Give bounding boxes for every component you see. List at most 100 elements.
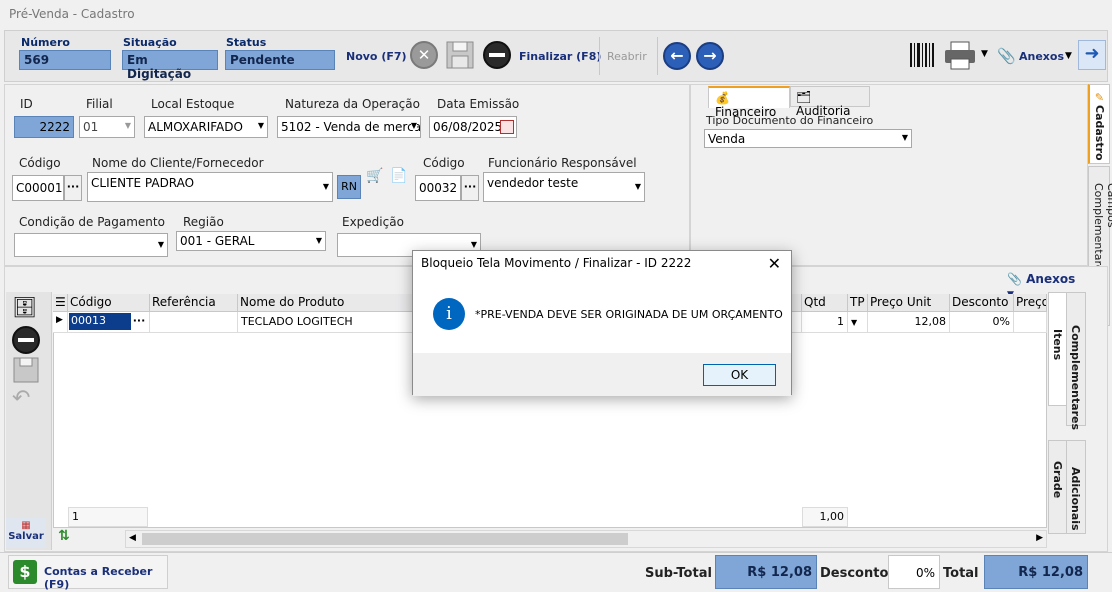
filial-select[interactable]: 01 ▼: [79, 116, 135, 138]
scroll-thumb[interactable]: [142, 533, 628, 545]
chevron-down-icon: ▼: [901, 133, 908, 142]
codigo-funcionario-label: Código: [423, 156, 465, 170]
chevron-down-icon: ▼: [634, 182, 641, 191]
subtotal-value: R$ 12,08: [715, 555, 817, 589]
codigo-funcionario-field[interactable]: 00032: [415, 175, 461, 201]
total-label: Total :: [943, 566, 989, 581]
undo-icon[interactable]: ↶: [12, 386, 42, 412]
footer-count: 1: [68, 507, 148, 527]
horizontal-scrollbar[interactable]: ◀ ▶: [125, 530, 1047, 548]
desconto-total-field[interactable]: 0%: [888, 555, 940, 589]
remove-button[interactable]: [483, 41, 511, 69]
money-bag-icon: 💰: [715, 91, 730, 105]
codigo-cliente-field[interactable]: C00001: [12, 175, 64, 201]
info-icon: i: [433, 298, 465, 330]
chevron-down-icon: ▼: [470, 240, 477, 249]
cliente-label: Nome do Cliente/Fornecedor: [92, 156, 264, 170]
tab-cadastro[interactable]: ✎ Cadastro: [1088, 84, 1110, 164]
natureza-select[interactable]: 5102 - Venda de mercac ▼: [277, 116, 421, 138]
cell-qtd[interactable]: 1: [802, 312, 848, 333]
tab-financeiro[interactable]: 💰 Financeiro: [708, 86, 790, 119]
barcode-button[interactable]: [909, 41, 935, 69]
ok-button[interactable]: OK: [703, 364, 776, 386]
exit-arrow-icon[interactable]: ➜: [1078, 40, 1106, 70]
total-value: R$ 12,08: [984, 555, 1088, 589]
message-dialog: Bloqueio Tela Movimento / Finalizar - ID…: [412, 250, 792, 396]
scroll-right-icon[interactable]: ▶: [1036, 533, 1043, 543]
chevron-down-icon: ▼: [981, 49, 988, 59]
cell-preco-unit[interactable]: 12,08: [868, 312, 950, 333]
table-row[interactable]: 00013 ···: [68, 312, 150, 333]
desconto-total-label: Desconto :: [820, 566, 899, 581]
funcionario-value: vendedor teste: [487, 176, 579, 190]
tab-complementares[interactable]: Complementares: [1066, 292, 1086, 430]
data-emissao-field[interactable]: 06/08/2025: [429, 116, 517, 138]
dialog-message: *PRE-VENDA DEVE SER ORIGINADA DE UM ORÇA…: [475, 308, 783, 321]
condicao-pagamento-select[interactable]: ▼: [14, 233, 168, 257]
situacao-field: Em Digitação: [122, 50, 218, 81]
finalizar-button[interactable]: Finalizar (F8): [519, 50, 601, 63]
cell-referencia[interactable]: [150, 312, 238, 333]
col-codigo[interactable]: Código: [68, 294, 150, 312]
codigo-cliente-lookup-button[interactable]: ···: [64, 175, 82, 201]
tab-adicionais[interactable]: Adicionais: [1066, 440, 1086, 534]
items-anexos-button[interactable]: 📎 Anexos ▼: [1003, 269, 1085, 300]
dialog-body: i *PRE-VENDA DEVE SER ORIGINADA DE UM OR…: [413, 278, 791, 353]
cliente-select[interactable]: CLIENTE PADRAO ▼: [87, 172, 333, 202]
filial-label: Filial: [86, 97, 113, 111]
col-qtd[interactable]: Qtd: [802, 294, 848, 312]
contas-receber-label: Contas a Receber (F9): [44, 565, 153, 591]
local-estoque-select[interactable]: ALMOXARIFADO ▼: [144, 116, 268, 138]
novo-button[interactable]: Novo (F7): [346, 50, 407, 63]
remove-item-icon[interactable]: [12, 326, 40, 354]
cell-codigo[interactable]: 00013: [69, 313, 131, 330]
next-arrow-icon[interactable]: →: [696, 42, 724, 70]
anexos-button[interactable]: 📎 Anexos ▼: [997, 47, 1077, 67]
tab-grade[interactable]: Grade: [1048, 440, 1068, 534]
row-indicator: ▶: [53, 312, 68, 333]
tipo-documento-select[interactable]: Venda ▼: [704, 129, 912, 148]
col-desconto[interactable]: Desconto: [950, 294, 1014, 312]
col-referencia[interactable]: Referência: [150, 294, 238, 312]
cliente-value: CLIENTE PADRAO: [91, 176, 195, 190]
tab-itens[interactable]: Itens: [1048, 292, 1068, 406]
cell-codigo-lookup-button[interactable]: ···: [131, 314, 147, 327]
status-field: Pendente: [225, 50, 335, 70]
col-preco[interactable]: Preço: [1014, 294, 1047, 312]
save-button[interactable]: [445, 39, 475, 71]
dialog-title: Bloqueio Tela Movimento / Finalizar - ID…: [413, 251, 791, 278]
contas-receber-button[interactable]: $ Contas a Receber (F9): [8, 555, 168, 591]
local-estoque-label: Local Estoque: [151, 97, 235, 111]
calendar-icon: [500, 120, 514, 134]
codigo-funcionario-lookup-button[interactable]: ···: [461, 175, 479, 201]
id-field: 2222: [14, 116, 74, 138]
cell-tp[interactable]: ▼: [848, 312, 868, 333]
regiao-select[interactable]: 001 - GERAL ▼: [176, 231, 326, 251]
grid-corner: ☰: [53, 294, 68, 312]
reabrir-button[interactable]: Reabrir: [607, 50, 647, 63]
save-item-icon[interactable]: [12, 356, 42, 384]
add-document-icon[interactable]: 📄: [388, 168, 410, 192]
tab-auditoria[interactable]: 🗂Auditoria: [790, 86, 870, 118]
cell-preco[interactable]: [1014, 312, 1047, 333]
tab-itens-label: Itens: [1051, 329, 1064, 361]
col-preco-unit[interactable]: Preço Unit: [868, 294, 950, 312]
salvar-button[interactable]: ▦ Salvar: [6, 518, 46, 548]
funcionario-select[interactable]: vendedor teste ▼: [483, 172, 645, 202]
add-item-icon[interactable]: 🗄: [12, 295, 42, 323]
rn-button[interactable]: RN: [337, 175, 361, 199]
data-emissao-value: 06/08/2025: [433, 120, 503, 134]
data-emissao-label: Data Emissão: [437, 97, 520, 111]
scroll-left-icon[interactable]: ◀: [129, 533, 136, 543]
previous-arrow-icon[interactable]: ←: [663, 42, 691, 70]
chevron-down-icon: ▼: [410, 121, 417, 130]
tipo-documento-label: Tipo Documento do Financeiro: [706, 114, 874, 127]
cart-icon[interactable]: 🛒: [364, 168, 386, 192]
cell-desconto[interactable]: 0%: [950, 312, 1014, 333]
cancel-button[interactable]: ✕: [410, 41, 438, 69]
col-tp[interactable]: TP: [848, 294, 868, 312]
items-anexos-label: Anexos: [1026, 272, 1076, 286]
sort-icon[interactable]: ⇅: [53, 528, 75, 550]
close-icon[interactable]: ✕: [768, 254, 781, 273]
print-button[interactable]: ▼: [943, 40, 993, 70]
